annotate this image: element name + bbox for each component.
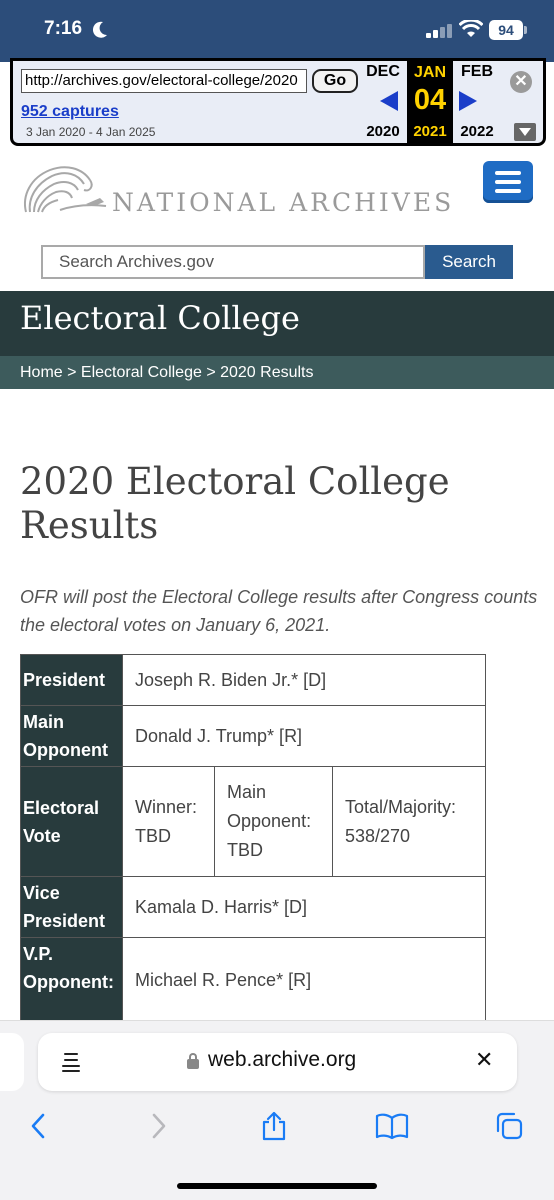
clear-address-icon[interactable]: ✕	[475, 1050, 493, 1072]
section-title: Electoral College	[20, 299, 300, 337]
site-search-input[interactable]: Search Archives.gov	[41, 245, 425, 279]
ev-winner-cell: Winner: TBD	[122, 766, 215, 877]
ev-opponent-cell: Main Opponent: TBD	[214, 766, 333, 877]
wayback-current-date: JAN 04 2021	[407, 61, 453, 143]
next-month-label: FEB	[461, 63, 493, 80]
battery-icon: 94	[489, 20, 523, 40]
vice-president-value: Kamala D. Harris* [D]	[122, 876, 486, 938]
wayback-url-input[interactable]: http://archives.gov/electoral-college/20…	[21, 69, 307, 93]
page-menu-icon[interactable]	[62, 1052, 80, 1072]
moon-icon	[92, 21, 107, 38]
wayback-next-month[interactable]: FEB 2022	[454, 63, 500, 140]
share-icon[interactable]	[259, 1111, 289, 1141]
wayback-prev-month[interactable]: DEC 2020	[360, 63, 406, 140]
table-row-president: President Joseph R. Biden Jr.* [D]	[20, 654, 486, 706]
next-year-label[interactable]: 2022	[454, 123, 500, 140]
address-text[interactable]: web.archive.org	[208, 1048, 356, 1072]
electoral-vote-label: Electoral Vote	[20, 766, 123, 877]
wayback-date-range: 3 Jan 2020 - 4 Jan 2025	[26, 125, 156, 139]
table-row-electoral-vote: Electoral Vote Winner: TBD Main Opponent…	[20, 766, 486, 877]
status-time: 7:16	[44, 18, 83, 39]
previous-tab-edge[interactable]	[0, 1033, 24, 1091]
breadcrumb[interactable]: Home > Electoral College > 2020 Results	[0, 356, 554, 389]
prev-month-label: DEC	[366, 63, 400, 80]
prev-capture-arrow-icon[interactable]	[380, 91, 398, 111]
wifi-icon	[459, 20, 483, 37]
current-year-label: 2021	[413, 123, 447, 140]
safari-toolbar: web.archive.org ✕	[0, 1020, 554, 1200]
president-value: Joseph R. Biden Jr.* [D]	[122, 654, 486, 706]
prev-year-label[interactable]: 2020	[360, 123, 406, 140]
status-bar: 7:16 94	[0, 0, 554, 62]
table-row-vp-opponent: V.P. Opponent: Michael R. Pence* [R]	[20, 937, 486, 1026]
expand-toolbar-icon[interactable]	[514, 123, 536, 141]
wayback-toolbar: http://archives.gov/electoral-college/20…	[10, 58, 546, 146]
national-archives-logo-icon[interactable]	[20, 160, 110, 216]
forward-icon[interactable]	[143, 1111, 173, 1141]
signal-icon	[426, 22, 452, 38]
battery-tip	[524, 26, 527, 34]
vice-president-label: Vice President	[20, 876, 123, 938]
results-note: OFR will post the Electoral College resu…	[20, 587, 538, 635]
table-row-main-opponent: Main Opponent Donald J. Trump* [R]	[20, 705, 486, 767]
section-header-band: Electoral College	[0, 291, 554, 356]
president-label: President	[20, 654, 123, 706]
main-opponent-value: Donald J. Trump* [R]	[122, 705, 486, 767]
next-capture-arrow-icon[interactable]	[459, 91, 477, 111]
vp-opponent-label: V.P. Opponent:	[20, 937, 123, 1026]
current-month-label: JAN	[413, 64, 446, 81]
vp-opponent-value: Michael R. Pence* [R]	[122, 937, 486, 1026]
bookmarks-icon[interactable]	[375, 1111, 409, 1141]
wayback-captures-link[interactable]: 952 captures	[21, 103, 119, 121]
site-logo-text[interactable]: NATIONAL ARCHIVES	[112, 188, 454, 217]
table-row-vice-president: Vice President Kamala D. Harris* [D]	[20, 876, 486, 938]
current-day-label: 04	[413, 84, 447, 116]
main-opponent-label: Main Opponent	[20, 705, 123, 767]
close-icon[interactable]: ✕	[510, 71, 532, 93]
site-search-button[interactable]: Search	[425, 245, 513, 279]
address-bar[interactable]: web.archive.org ✕	[38, 1033, 517, 1091]
tabs-icon[interactable]	[494, 1111, 524, 1141]
lock-icon	[187, 1053, 199, 1069]
wayback-go-button[interactable]: Go	[312, 69, 358, 93]
hamburger-menu-icon[interactable]	[483, 161, 533, 203]
back-icon[interactable]	[24, 1111, 54, 1141]
results-table: President Joseph R. Biden Jr.* [D] Main …	[20, 654, 486, 1026]
home-indicator	[177, 1183, 377, 1189]
ev-total-cell: Total/Majority: 538/270	[332, 766, 486, 877]
page-title: 2020 Electoral College Results	[20, 460, 450, 547]
